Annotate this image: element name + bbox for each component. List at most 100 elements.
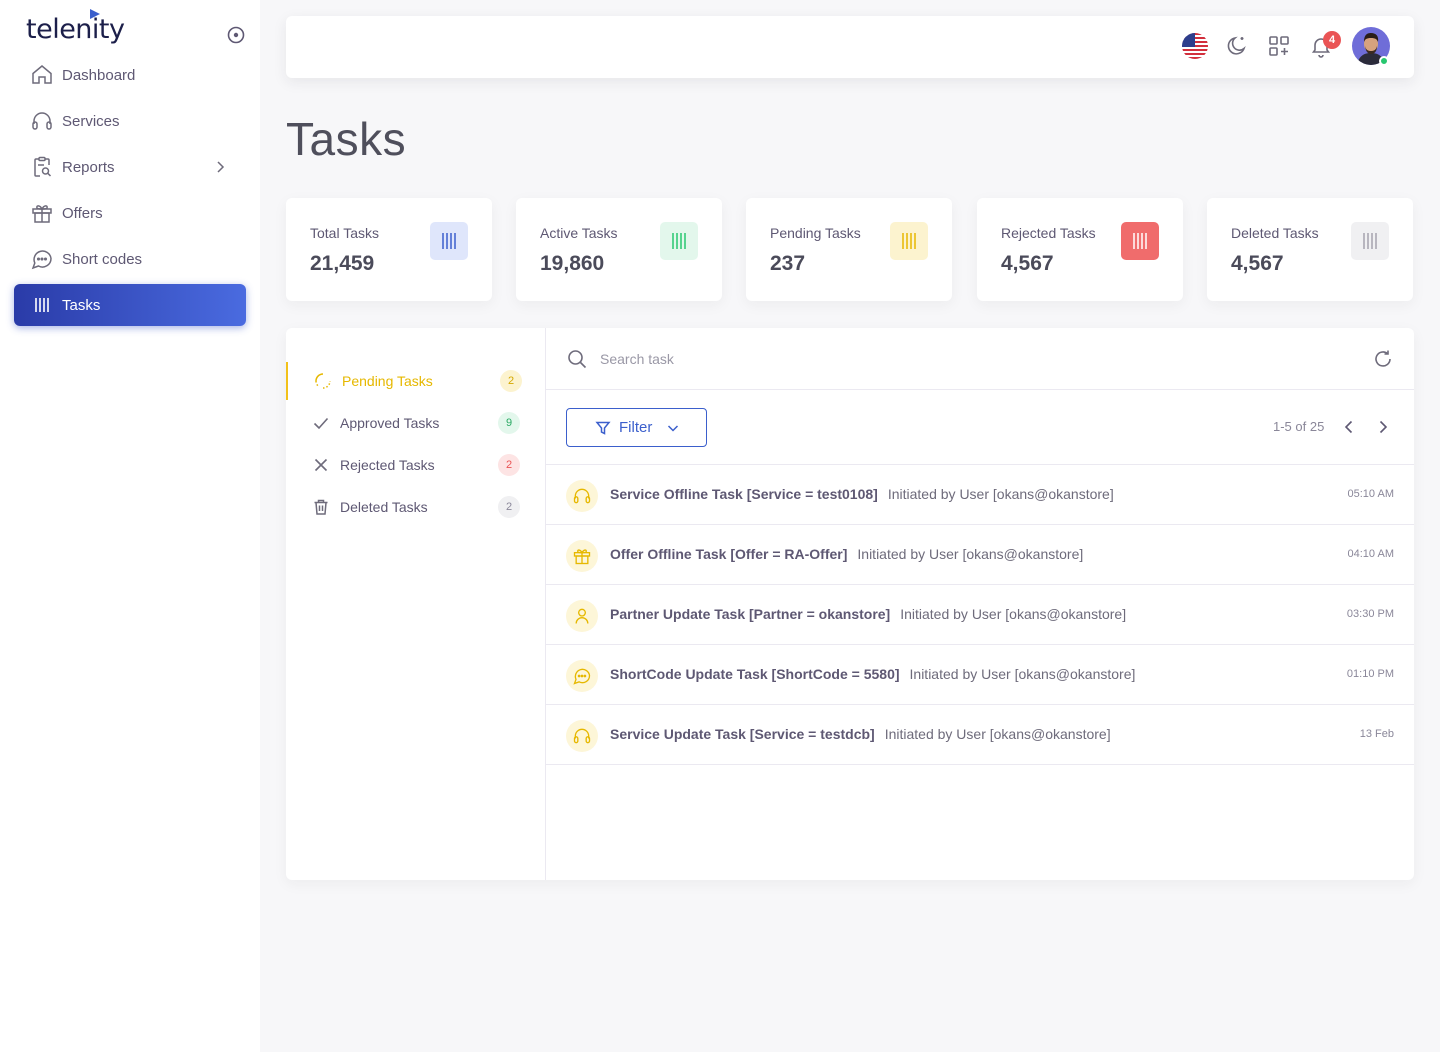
task-time: 04:10 AM	[1347, 548, 1394, 560]
filter-count-badge: 2	[498, 496, 520, 518]
stat-label: Pending Tasks	[770, 225, 861, 241]
apps-grid-icon	[1269, 36, 1289, 56]
task-toolbar: Filter 1-5 of 25	[546, 390, 1414, 465]
stat-icon-box	[1351, 222, 1389, 260]
gift-icon	[32, 205, 52, 223]
task-type-icon-box	[566, 660, 598, 692]
sidebar-item-reports[interactable]: Reports	[14, 146, 246, 188]
stat-icon-box	[430, 222, 468, 260]
filter-count-badge: 2	[498, 454, 520, 476]
trash-icon	[314, 499, 328, 515]
chevron-left-icon[interactable]	[1339, 417, 1359, 437]
filter-button-label: Filter	[619, 419, 653, 436]
home-icon	[32, 65, 52, 84]
task-type-icon-box	[566, 480, 598, 512]
task-initiator: Initiated by User [okans@okanstore]	[887, 486, 1114, 502]
stat-card-rejected: Rejected Tasks 4,567	[977, 198, 1183, 301]
message-circle-icon	[573, 668, 591, 685]
dark-mode-toggle[interactable]	[1224, 33, 1252, 61]
apps-grid-button[interactable]	[1267, 34, 1295, 62]
sidebar-item-dashboard[interactable]: Dashboard	[14, 54, 246, 96]
tasks-bars-icon	[1133, 233, 1147, 249]
stat-card-deleted: Deleted Tasks 4,567	[1207, 198, 1413, 301]
stat-value: 19,860	[540, 252, 605, 275]
radio-circle-icon	[227, 26, 245, 44]
stat-icon-box	[1121, 222, 1159, 260]
task-text: Partner Update Task [Partner = okanstore…	[610, 606, 1126, 622]
task-initiator: Initiated by User [okans@okanstore]	[884, 726, 1111, 742]
stat-label: Rejected Tasks	[1001, 225, 1096, 241]
task-title: Service Update Task [Service = testdcb]	[610, 726, 875, 742]
filter-approved-tasks[interactable]: Approved Tasks 9	[286, 404, 545, 442]
sidebar-item-offers[interactable]: Offers	[14, 192, 246, 234]
filter-label: Approved Tasks	[340, 415, 440, 431]
task-time: 05:10 AM	[1347, 488, 1394, 500]
task-title: Partner Update Task [Partner = okanstore…	[610, 606, 891, 622]
search-icon	[568, 350, 587, 369]
stat-value: 237	[770, 252, 806, 275]
sidebar-item-short-codes[interactable]: Short codes	[14, 238, 246, 280]
stat-card-total: Total Tasks 21,459	[286, 198, 492, 301]
task-row[interactable]: Service Offline Task [Service = test0108…	[546, 465, 1414, 525]
us-flag-icon	[1182, 33, 1208, 59]
refresh-icon[interactable]	[1372, 348, 1394, 370]
sidebar: telenity Dashboard Services Reports Offe…	[0, 0, 260, 1052]
sidebar-item-label: Reports	[62, 158, 115, 176]
loader-icon	[315, 373, 331, 389]
filter-deleted-tasks[interactable]: Deleted Tasks 2	[286, 488, 545, 526]
task-type-icon-box	[566, 540, 598, 572]
filter-rejected-tasks[interactable]: Rejected Tasks 2	[286, 446, 545, 484]
filter-pending-tasks[interactable]: Pending Tasks 2	[286, 362, 545, 400]
online-status-dot	[1379, 56, 1389, 66]
tasks-bars-icon	[1363, 233, 1377, 249]
page-title: Tasks	[286, 113, 407, 165]
logo-triangle-icon	[90, 9, 100, 19]
task-initiator: Initiated by User [okans@okanstore]	[909, 666, 1136, 682]
task-row[interactable]: ShortCode Update Task [ShortCode = 5580]…	[546, 645, 1414, 705]
filter-label: Deleted Tasks	[340, 499, 428, 515]
clipboard-search-icon	[34, 156, 52, 177]
task-time: 01:10 PM	[1346, 668, 1394, 680]
sidebar-collapse-button[interactable]	[226, 25, 246, 45]
task-type-icon-box	[566, 720, 598, 752]
task-row[interactable]: Offer Offline Task [Offer = RA-Offer] Ini…	[546, 525, 1414, 585]
stat-icon-box	[890, 222, 928, 260]
task-row[interactable]: Service Update Task [Service = testdcb] I…	[546, 705, 1414, 765]
sidebar-item-tasks[interactable]: Tasks	[14, 284, 246, 326]
stat-value: 4,567	[1001, 252, 1054, 275]
tasks-bars-icon	[442, 233, 456, 249]
task-text: ShortCode Update Task [ShortCode = 5580]…	[610, 666, 1135, 682]
sidebar-item-services[interactable]: Services	[14, 100, 246, 142]
sidebar-item-label: Services	[62, 112, 120, 130]
search-bar	[546, 328, 1414, 390]
sidebar-item-label: Tasks	[62, 296, 101, 314]
headphones-icon	[573, 488, 591, 504]
stat-value: 21,459	[310, 252, 375, 275]
task-row[interactable]: Partner Update Task [Partner = okanstore…	[546, 585, 1414, 645]
language-selector[interactable]	[1181, 32, 1209, 60]
notification-count-badge: 4	[1323, 31, 1341, 49]
sidebar-item-label: Dashboard	[62, 66, 136, 84]
task-initiator: Initiated by User [okans@okanstore]	[900, 606, 1127, 622]
filter-count-badge: 9	[498, 412, 520, 434]
task-type-icon-box	[566, 600, 598, 632]
task-text: Service Offline Task [Service = test0108…	[610, 486, 1114, 502]
stat-label: Active Tasks	[540, 225, 618, 241]
stat-label: Deleted Tasks	[1231, 225, 1319, 241]
filter-label: Pending Tasks	[342, 373, 433, 389]
chevron-down-icon	[667, 425, 679, 432]
task-filter-list: Pending Tasks 2 Approved Tasks 9 Rejecte…	[286, 328, 546, 880]
filter-button[interactable]: Filter	[566, 408, 707, 447]
stat-icon-box	[660, 222, 698, 260]
task-text: Offer Offline Task [Offer = RA-Offer] Ini…	[610, 546, 1083, 562]
filter-count-badge: 2	[500, 370, 522, 392]
task-text: Service Update Task [Service = testdcb] I…	[610, 726, 1111, 742]
tasks-bars-icon	[672, 233, 686, 249]
user-icon	[575, 608, 589, 624]
stat-label: Total Tasks	[310, 225, 379, 241]
sidebar-nav: Dashboard Services Reports Offers Short …	[14, 54, 246, 330]
search-input[interactable]	[600, 346, 1340, 372]
chevron-right-icon[interactable]	[1373, 417, 1393, 437]
check-icon	[313, 417, 329, 430]
sidebar-item-label: Offers	[62, 204, 103, 222]
